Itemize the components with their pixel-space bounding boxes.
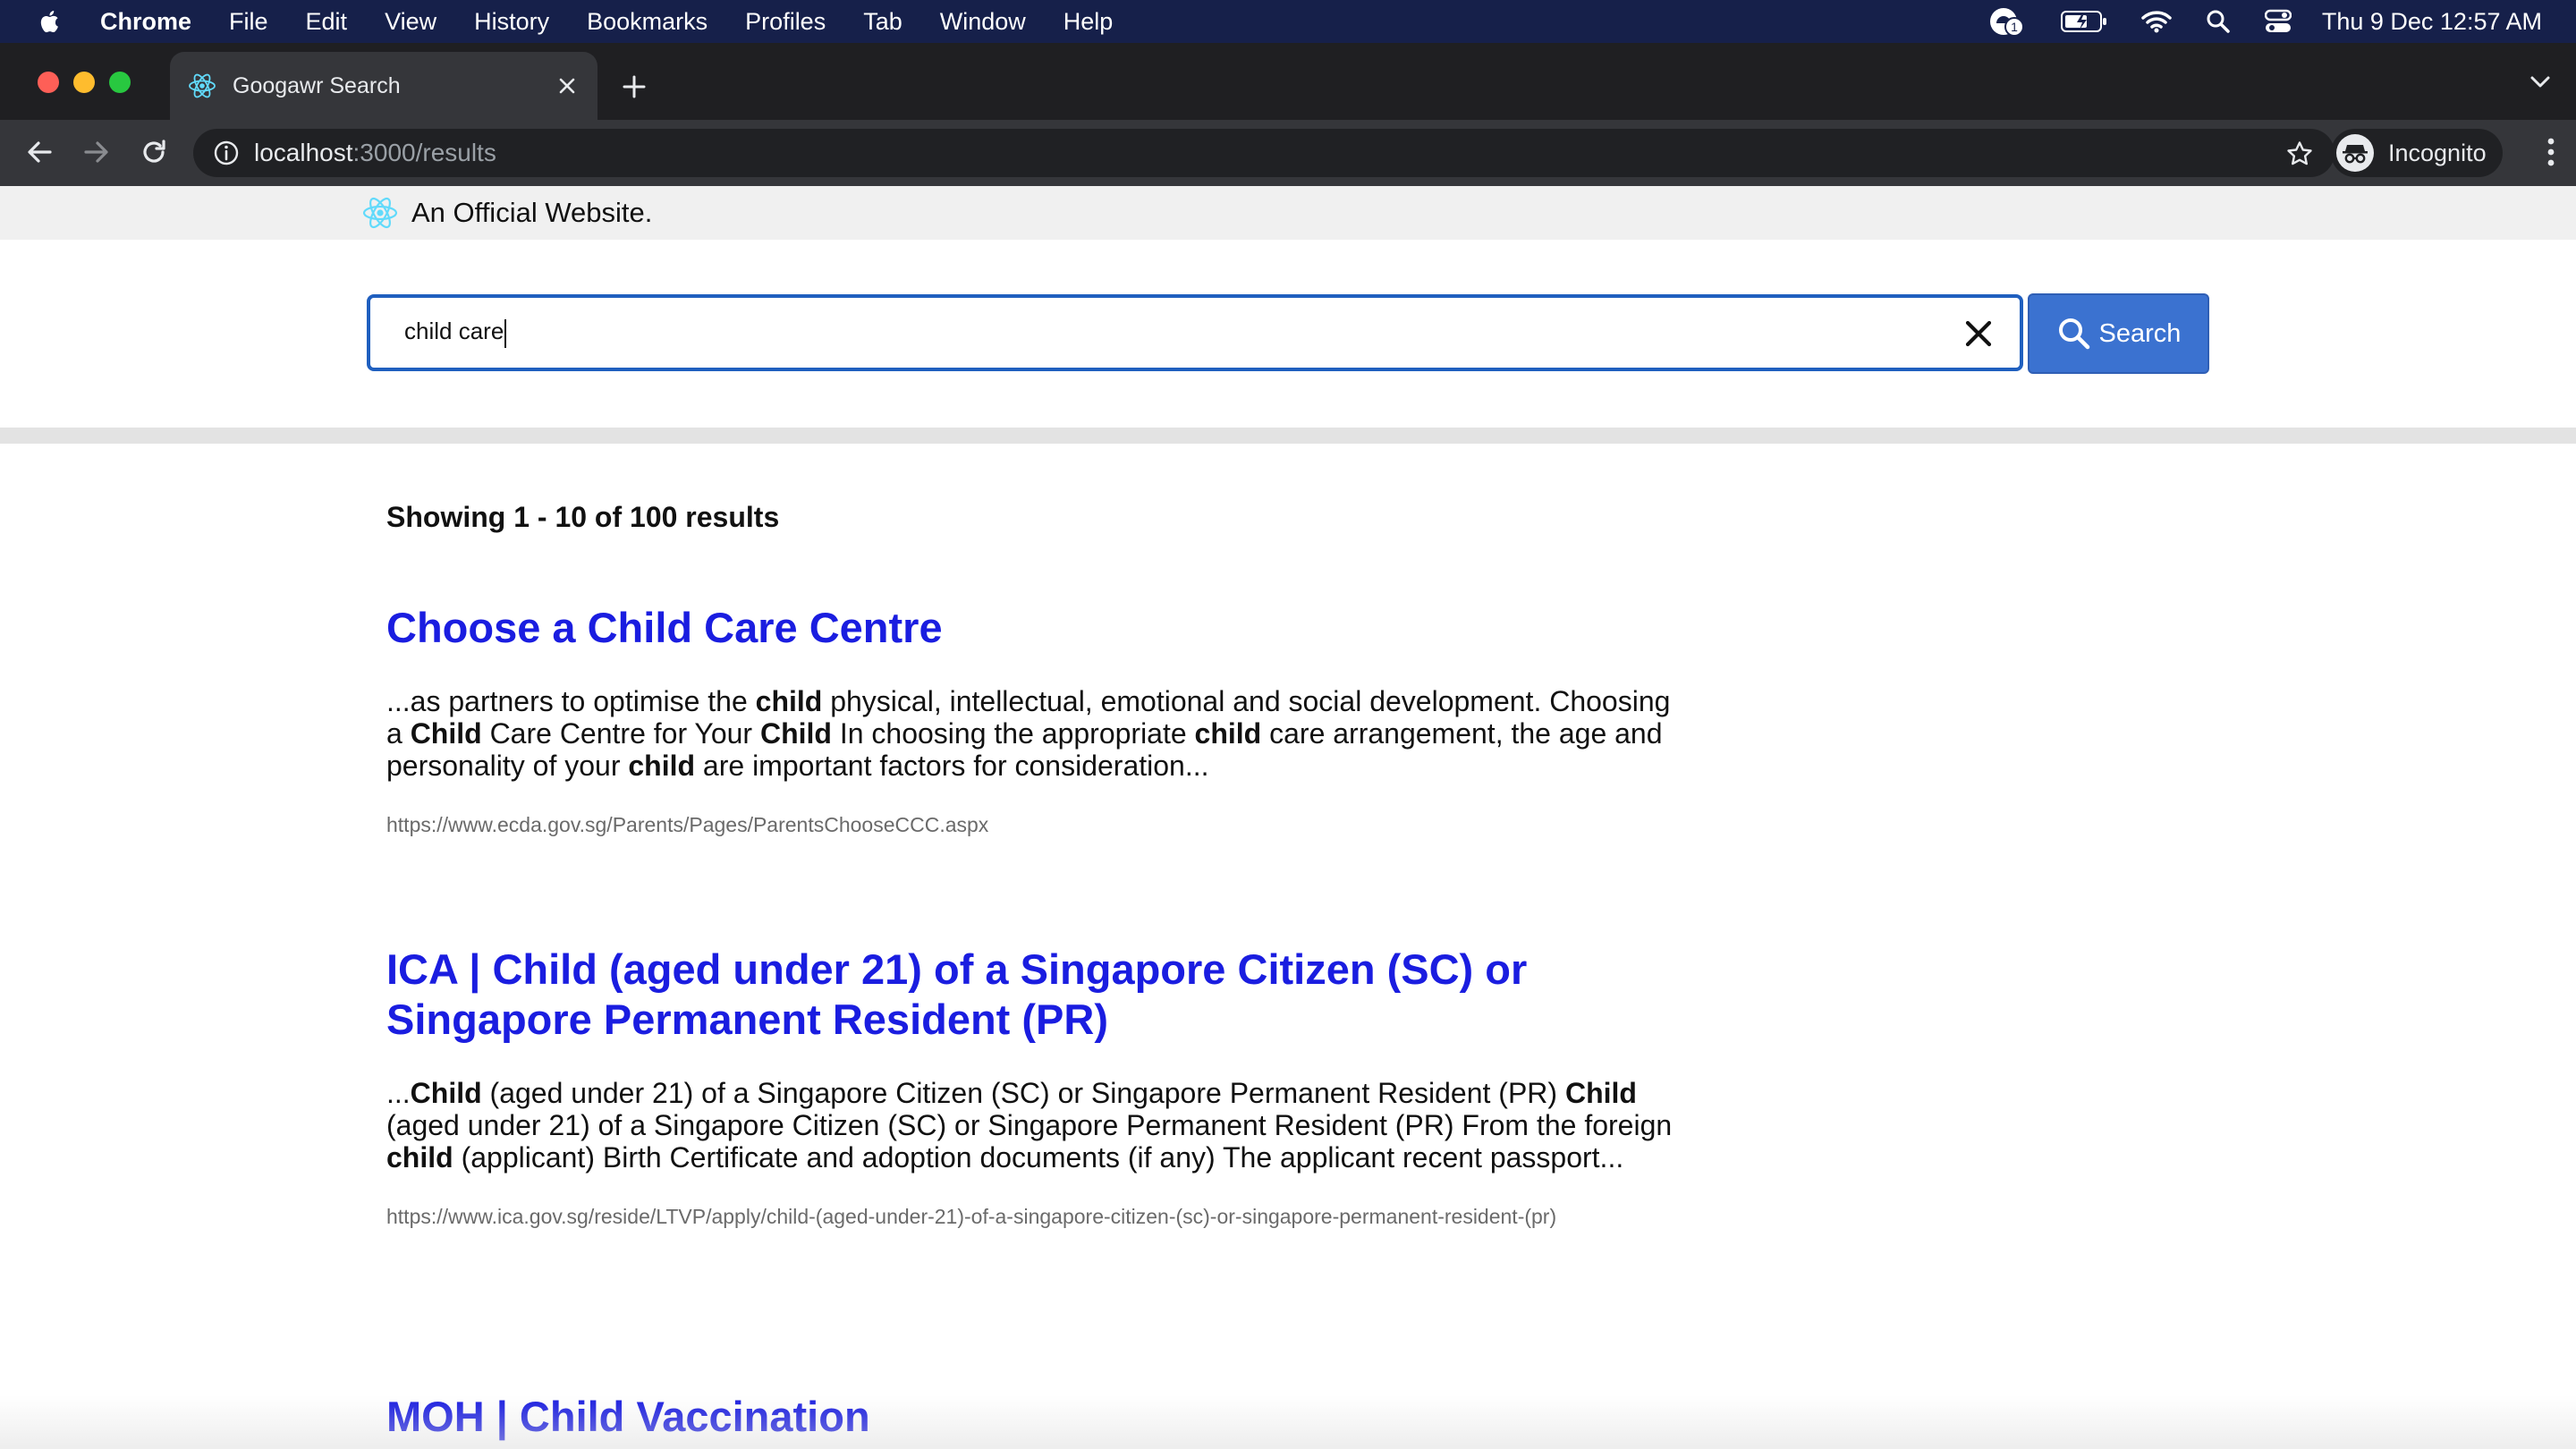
address-bar[interactable]: localhost:3000/results <box>193 129 2334 177</box>
url-host: localhost <box>254 139 353 166</box>
search-button[interactable]: Search <box>2028 293 2209 374</box>
result-snippet: ...Child (aged under 21) of a Singapore … <box>386 1077 1673 1174</box>
search-input[interactable]: child care <box>367 294 2023 371</box>
notification-badge: 1 <box>2011 20 2018 34</box>
menubar-clock[interactable]: Thu 9 Dec 12:57 AM <box>2322 8 2542 36</box>
new-tab-plus-icon[interactable] <box>619 72 649 102</box>
menu-file[interactable]: File <box>229 8 268 36</box>
tab-title: Googawr Search <box>233 72 401 98</box>
incognito-profile-button[interactable]: Incognito <box>2331 129 2503 177</box>
bookmark-star-icon[interactable] <box>2286 140 2313 167</box>
browser-tab-active[interactable]: Googawr Search <box>170 52 597 120</box>
tab-search-chevron-down-icon[interactable] <box>2529 75 2551 94</box>
tab-close-icon[interactable] <box>553 72 581 100</box>
chrome-menu-kebab-icon[interactable] <box>2546 136 2556 168</box>
result-title-link[interactable]: ICA | Child (aged under 21) of a Singapo… <box>386 945 1683 1045</box>
search-query-text: child care <box>404 318 504 345</box>
window-zoom-button[interactable] <box>109 72 131 93</box>
menu-help[interactable]: Help <box>1063 8 1114 36</box>
site-info-icon[interactable] <box>213 140 240 166</box>
react-logo-icon <box>361 194 399 232</box>
text-caret <box>504 318 507 348</box>
menu-view[interactable]: View <box>385 8 436 36</box>
result-snippet: ...as partners to optimise the child phy… <box>386 685 1671 782</box>
incognito-label: Incognito <box>2388 139 2487 166</box>
control-center-icon[interactable] <box>2264 9 2292 34</box>
address-url[interactable]: localhost:3000/results <box>254 139 496 167</box>
menu-window[interactable]: Window <box>940 8 1026 36</box>
results-summary: Showing 1 - 10 of 100 results <box>386 501 780 533</box>
reload-icon[interactable] <box>136 134 172 170</box>
macos-menu-bar: Chrome File Edit View History Bookmarks … <box>0 0 2576 43</box>
menu-app-name[interactable]: Chrome <box>100 8 191 36</box>
wifi-icon[interactable] <box>2141 10 2172 33</box>
official-website-banner: An Official Website. <box>0 186 2576 240</box>
menu-edit[interactable]: Edit <box>306 8 348 36</box>
menu-history[interactable]: History <box>474 8 549 36</box>
search-result: Choose a Child Care Centre ...as partner… <box>386 603 1683 838</box>
back-arrow-icon[interactable] <box>21 134 57 170</box>
battery-icon[interactable] <box>2060 10 2107 33</box>
result-url: https://www.ecda.gov.sg/Parents/Pages/Pa… <box>386 813 989 836</box>
clear-search-close-icon[interactable] <box>1962 318 1995 350</box>
header-divider <box>0 428 2576 444</box>
url-path: :3000/results <box>352 139 496 166</box>
menu-bookmarks[interactable]: Bookmarks <box>587 8 708 36</box>
incognito-icon <box>2336 134 2374 172</box>
apple-icon[interactable] <box>39 10 59 33</box>
result-title-link[interactable]: Choose a Child Care Centre <box>386 603 1683 653</box>
result-url: https://www.ica.gov.sg/reside/LTVP/apply… <box>386 1205 1557 1228</box>
banner-text: An Official Website. <box>411 197 653 228</box>
result-title-link[interactable]: MOH | Child Vaccination <box>386 1392 1683 1442</box>
search-input-value[interactable]: child care <box>404 318 507 348</box>
notification-icon[interactable]: 1 <box>1987 5 2027 38</box>
spotlight-search-icon[interactable] <box>2206 9 2231 34</box>
forward-arrow-icon[interactable] <box>79 134 114 170</box>
menubar-status-area: 1 Thu 9 Dec 12:57 AM <box>1953 0 2542 43</box>
search-button-label: Search <box>2098 318 2182 348</box>
menu-tab[interactable]: Tab <box>863 8 902 36</box>
window-minimize-button[interactable] <box>73 72 95 93</box>
search-icon <box>2056 316 2092 352</box>
search-result: MOH | Child Vaccination <box>386 1392 1683 1442</box>
menu-profiles[interactable]: Profiles <box>745 8 826 36</box>
react-favicon-icon <box>188 72 216 100</box>
search-result: ICA | Child (aged under 21) of a Singapo… <box>386 945 1683 1230</box>
window-close-button[interactable] <box>38 72 59 93</box>
